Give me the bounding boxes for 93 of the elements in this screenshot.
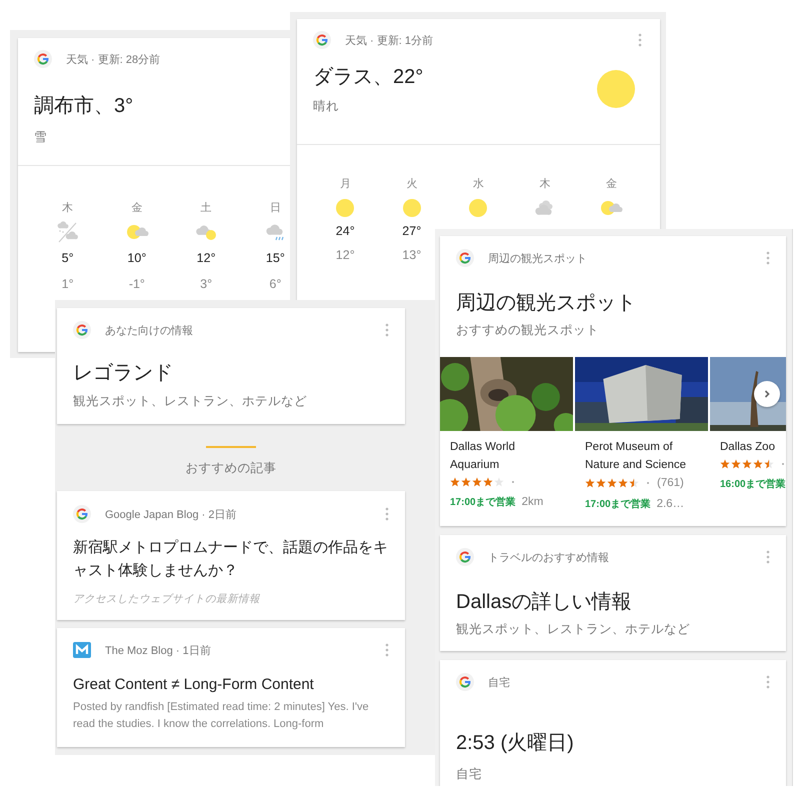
star-icon bbox=[742, 458, 752, 469]
review-count: (761) bbox=[657, 476, 684, 489]
weather-condition: 晴れ bbox=[313, 98, 340, 115]
article-title: 新宿駅メトロプロムナードで、話題の作品をキャスト体験しませんか？ bbox=[73, 538, 389, 581]
day-label: 木 bbox=[62, 201, 74, 215]
logo-icon bbox=[456, 673, 474, 691]
snow-icon bbox=[56, 221, 80, 243]
star-icon bbox=[731, 458, 741, 469]
article-source: Google Japan Blog · 2日前 bbox=[105, 508, 236, 522]
place-name: Dallas Zoo bbox=[719, 440, 776, 455]
day-label: 日 bbox=[270, 201, 281, 215]
card-title: 2:53 (火曜日) bbox=[456, 731, 575, 756]
article-card[interactable]: Google Japan Blog · 2日前 新宿駅メトロプロムナードで、話題の作品をキャスト体験しませんか？ アクセスしたウェブサイトの最新情報 bbox=[57, 491, 405, 620]
card-subtitle: おすすめの観光スポット bbox=[455, 322, 600, 339]
star-icon bbox=[753, 458, 763, 469]
card-header: 自宅 bbox=[488, 676, 510, 690]
low-temperature: 3° bbox=[200, 277, 212, 291]
star-icon bbox=[764, 458, 774, 469]
city-temperature: 調布市、3° bbox=[34, 94, 134, 119]
weather-condition: 雪 bbox=[34, 129, 48, 146]
star-icon bbox=[720, 458, 730, 469]
place-item[interactable]: Dallas Zoo 16:00まで営業 bbox=[710, 357, 786, 511]
star-icon bbox=[618, 478, 628, 488]
card-header: 天気 · 更新: 28分前 bbox=[66, 52, 160, 66]
article-note: アクセスしたウェブサイトの最新情報 bbox=[73, 592, 261, 606]
opening-hours: 17:00まで営業 bbox=[450, 496, 516, 509]
card-title: レゴランド bbox=[73, 361, 174, 386]
article-excerpt: Posted by randfish [Estimated read time: 2 minutes] Yes. I've read the studies. I know the correlations. Long-form bbox=[73, 700, 370, 732]
low-temperature: 12° bbox=[336, 248, 355, 262]
place-item[interactable]: Dallas World Aquarium 17:00まで営業 2km bbox=[440, 357, 573, 511]
logo-icon bbox=[313, 31, 331, 49]
more-icon[interactable] bbox=[766, 550, 770, 564]
high-temperature: 5° bbox=[62, 251, 74, 265]
logo-icon bbox=[456, 249, 474, 267]
high-temperature: 24° bbox=[336, 224, 355, 238]
card-title: 周辺の観光スポット bbox=[455, 291, 637, 316]
more-icon[interactable] bbox=[638, 33, 642, 47]
star-icon bbox=[629, 478, 639, 488]
low-temperature: 6° bbox=[269, 277, 282, 291]
card-subtitle: 自宅 bbox=[456, 766, 483, 783]
low-temperature: 13° bbox=[402, 248, 422, 262]
star-icon bbox=[585, 478, 595, 488]
star-icon bbox=[596, 478, 606, 488]
high-temperature: 10° bbox=[127, 251, 146, 265]
more-icon[interactable] bbox=[385, 507, 389, 522]
star-icon bbox=[461, 476, 471, 487]
place-name: Perot Museum of Nature and Science bbox=[584, 440, 688, 473]
blog-logo-icon bbox=[73, 642, 91, 658]
article-card[interactable]: The Moz Blog · 1日前 Great Content ≠ Long-Form Content Posted by randfish [Estimated read time: 2 minutes] Yes. I've read the studies. I know the correlations. Long-form bbox=[57, 628, 405, 747]
day-label: 火 bbox=[406, 177, 418, 191]
opening-hours: 17:00まで営業 bbox=[585, 498, 651, 511]
opening-hours: 16:00まで営業 bbox=[720, 478, 786, 491]
logo-icon bbox=[73, 321, 91, 339]
high-temperature: 12° bbox=[196, 251, 216, 265]
high-temperature: 15° bbox=[266, 251, 285, 265]
card-header: トラベルのおすすめ情報 bbox=[488, 550, 609, 564]
star-icon bbox=[483, 476, 493, 487]
star-icon bbox=[494, 476, 504, 487]
more-icon[interactable] bbox=[766, 675, 770, 689]
star-icon bbox=[607, 478, 617, 488]
city-temperature: ダラス、22° bbox=[313, 65, 424, 90]
card-title: Dallasの詳しい情報 bbox=[456, 590, 633, 615]
more-icon[interactable] bbox=[766, 251, 770, 265]
star-icon bbox=[472, 476, 482, 487]
high-temperature: 27° bbox=[402, 224, 422, 238]
place-name: Dallas World Aquarium bbox=[449, 440, 516, 473]
card-subtitle: 観光スポット、レストラン、ホテルなど bbox=[456, 621, 691, 638]
card-header: 周辺の観光スポット bbox=[488, 252, 587, 266]
article-title: Great Content ≠ Long-Form Content bbox=[73, 675, 315, 696]
logo-icon bbox=[456, 548, 474, 566]
distance: 2.6… bbox=[656, 498, 684, 510]
logo-icon bbox=[73, 505, 91, 524]
logo-icon bbox=[34, 50, 52, 68]
low-temperature: -1° bbox=[128, 277, 145, 291]
article-source: The Moz Blog · 1日前 bbox=[105, 644, 211, 658]
day-label: 土 bbox=[200, 201, 212, 215]
section-title: おすすめの記事 bbox=[186, 460, 276, 478]
more-icon[interactable] bbox=[385, 323, 389, 337]
day-label: 金 bbox=[131, 201, 142, 215]
day-label: 水 bbox=[472, 177, 484, 191]
card-header: 天気 · 更新: 1分前 bbox=[345, 34, 434, 48]
card-subtitle: 観光スポット、レストラン、ホテルなど bbox=[73, 393, 308, 410]
day-label: 金 bbox=[606, 177, 617, 191]
star-icon bbox=[450, 476, 460, 487]
distance: 2km bbox=[522, 496, 544, 508]
sun-icon bbox=[596, 69, 636, 109]
more-icon[interactable] bbox=[385, 643, 389, 658]
low-temperature: 1° bbox=[62, 277, 74, 291]
chevron-icon bbox=[762, 389, 772, 399]
day-label: 月 bbox=[340, 177, 351, 191]
place-item[interactable]: Perot Museum of Nature and Science (761) 17:00まで営業 2.6… bbox=[575, 357, 708, 511]
day-label: 木 bbox=[539, 177, 550, 191]
card-header: あなた向けの情報 bbox=[105, 324, 193, 338]
